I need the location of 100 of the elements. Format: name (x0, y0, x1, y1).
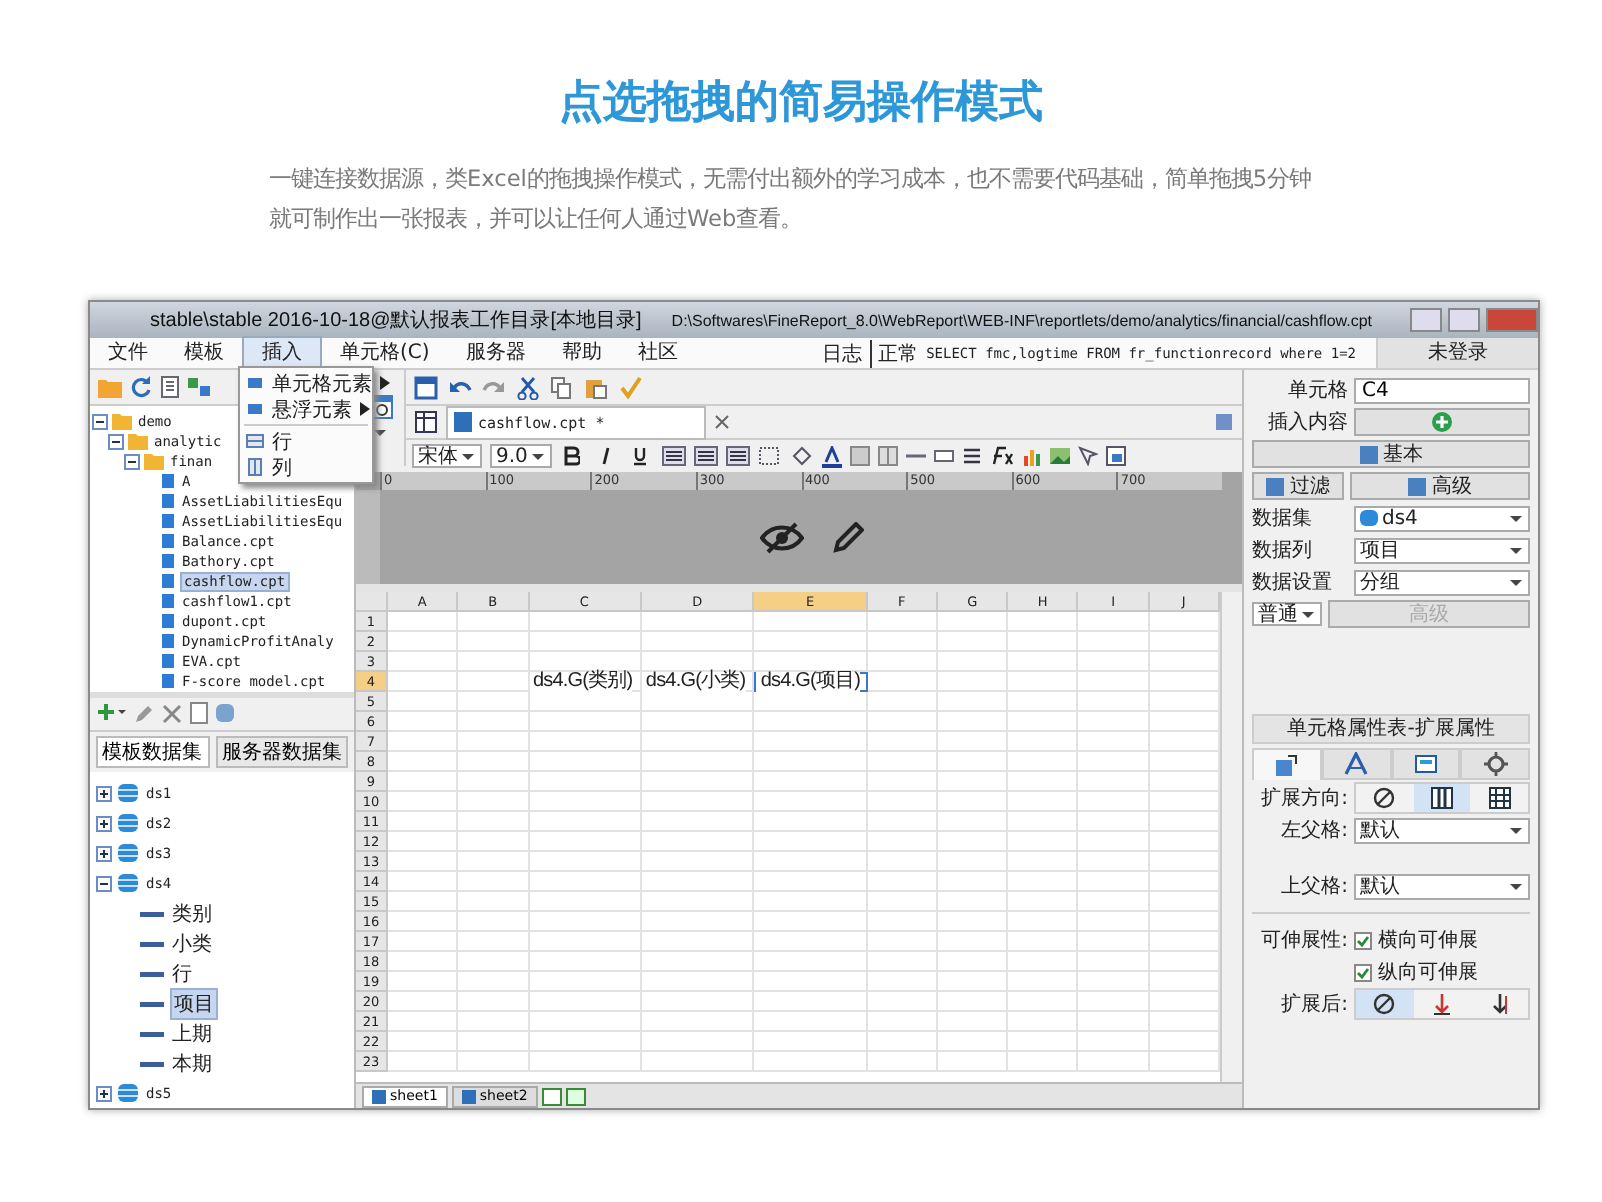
table-cell[interactable] (388, 932, 459, 952)
table-cell[interactable] (458, 932, 529, 952)
table-cell[interactable] (1008, 952, 1079, 972)
table-cell[interactable] (529, 1032, 642, 1052)
table-cell[interactable] (641, 1052, 755, 1072)
checkbox[interactable] (1354, 931, 1372, 949)
table-cell[interactable] (388, 892, 459, 912)
table-cell[interactable] (388, 692, 459, 712)
login-button[interactable]: 未登录 (1376, 338, 1538, 368)
table-cell[interactable] (1078, 712, 1150, 732)
table-cell[interactable] (1008, 652, 1079, 672)
table-cell[interactable] (641, 992, 755, 1012)
font-select[interactable]: 宋体 (412, 444, 482, 468)
table-cell[interactable] (388, 1052, 459, 1072)
align-center-icon[interactable] (693, 446, 718, 466)
table-cell[interactable] (641, 712, 755, 732)
connection-icon[interactable] (188, 375, 210, 398)
advanced-button[interactable]: 高级 (1350, 472, 1530, 500)
table-cell[interactable] (1078, 992, 1150, 1012)
left-parent-select[interactable]: 默认 (1354, 817, 1530, 843)
collapse-icon[interactable] (124, 453, 140, 469)
table-cell[interactable] (641, 832, 755, 852)
table-cell[interactable] (867, 772, 938, 792)
preview-icon[interactable] (190, 702, 208, 725)
table-cell[interactable] (937, 652, 1009, 672)
table-cell[interactable] (641, 972, 755, 992)
property-tab[interactable] (1460, 748, 1530, 780)
close-button[interactable] (1486, 308, 1538, 332)
table-cell[interactable] (529, 972, 642, 992)
table-cell[interactable] (754, 892, 868, 912)
table-cell[interactable] (1078, 1052, 1150, 1072)
save-icon[interactable] (414, 375, 438, 399)
tree-item[interactable]: 项目 (170, 987, 218, 1019)
table-cell[interactable] (937, 952, 1009, 972)
table-cell[interactable] (388, 832, 459, 852)
table-cell[interactable] (937, 692, 1009, 712)
cursor-icon[interactable] (1077, 446, 1098, 466)
merge-cells-icon[interactable] (849, 446, 870, 466)
table-cell[interactable] (529, 632, 642, 652)
table-cell[interactable] (937, 932, 1009, 952)
table-cell[interactable] (937, 812, 1009, 832)
table-cell[interactable] (458, 792, 529, 812)
table-cell[interactable] (641, 912, 755, 932)
table-cell[interactable] (388, 612, 459, 632)
table-cell[interactable] (867, 752, 938, 772)
table-cell[interactable] (754, 812, 868, 832)
table-cell[interactable] (388, 972, 459, 992)
table-cell[interactable] (754, 1052, 868, 1072)
table-cell[interactable] (388, 632, 459, 652)
table-cell[interactable] (388, 732, 459, 752)
table-cell[interactable] (754, 952, 868, 972)
add-sheet-icon[interactable] (541, 1087, 562, 1105)
table-cell[interactable] (867, 792, 938, 812)
table-cell[interactable] (1078, 612, 1150, 632)
table-cell[interactable] (1078, 832, 1150, 852)
table-cell[interactable] (458, 952, 529, 972)
table-cell[interactable] (529, 932, 642, 952)
table-cell[interactable] (867, 892, 938, 912)
table-cell[interactable] (754, 792, 868, 812)
table-cell[interactable] (529, 892, 642, 912)
menu-item[interactable]: 单元格元素 (240, 370, 372, 396)
cut-icon[interactable] (516, 375, 540, 399)
table-cell[interactable] (867, 692, 938, 712)
table-cell[interactable] (641, 632, 755, 652)
table-cell[interactable] (937, 1032, 1009, 1052)
table-cell[interactable] (1008, 752, 1079, 772)
table-cell[interactable] (641, 752, 755, 772)
table-cell[interactable] (867, 812, 938, 832)
dataset-select[interactable]: ds4 (1354, 505, 1530, 531)
table-cell[interactable] (754, 832, 868, 852)
table-cell[interactable] (937, 992, 1009, 1012)
table-cell[interactable] (458, 992, 529, 1012)
table-cell[interactable] (458, 892, 529, 912)
table-cell[interactable] (937, 712, 1009, 732)
table-cell[interactable] (1078, 852, 1150, 872)
table-cell[interactable] (937, 752, 1009, 772)
table-cell[interactable] (529, 812, 642, 832)
table-cell[interactable] (641, 732, 755, 752)
table-cell[interactable] (867, 932, 938, 952)
table-cell[interactable] (388, 1032, 459, 1052)
table-cell[interactable] (867, 672, 938, 692)
table-cell[interactable] (388, 672, 459, 692)
dataset-tab[interactable]: 服务器数据集 (216, 736, 348, 768)
table-cell[interactable] (867, 1032, 938, 1052)
delete-icon[interactable] (162, 703, 182, 724)
table-cell[interactable] (1008, 1032, 1079, 1052)
table-cell[interactable] (1008, 672, 1079, 692)
table-cell[interactable] (458, 712, 529, 732)
table-cell[interactable] (754, 992, 868, 1012)
table-cell[interactable] (1008, 992, 1079, 1012)
fill-color-icon[interactable] (789, 446, 814, 466)
table-cell[interactable] (754, 912, 868, 932)
table-cell[interactable] (1078, 912, 1150, 932)
table-cell[interactable] (529, 1012, 642, 1032)
menu-item[interactable]: 单元格(C) (322, 338, 448, 368)
table-cell[interactable] (1078, 872, 1150, 892)
table-cell[interactable] (937, 632, 1009, 652)
table-cell[interactable] (754, 932, 868, 952)
table-cell[interactable] (641, 612, 755, 632)
table-cell[interactable] (867, 732, 938, 752)
